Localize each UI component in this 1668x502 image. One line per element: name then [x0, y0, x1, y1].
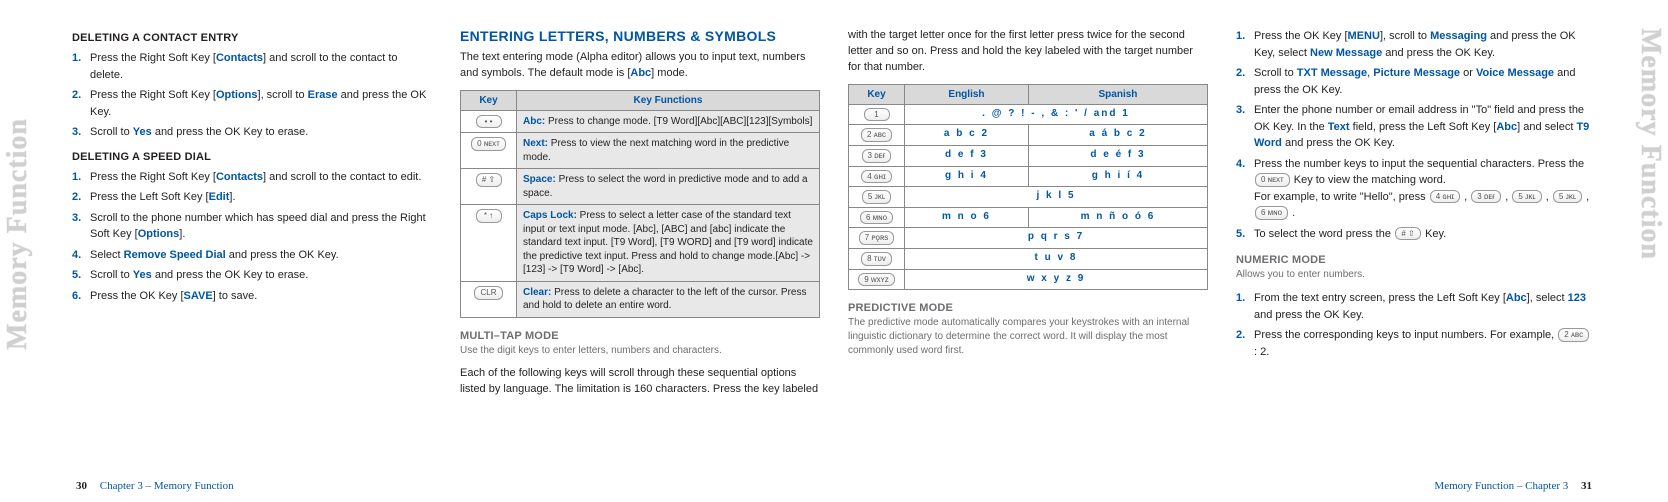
key-cell: 7 ᴘǫʀs	[849, 228, 905, 249]
list-item: Press the number keys to input the seque…	[1236, 156, 1596, 222]
spanish-cell: a á b c 2	[1028, 125, 1207, 146]
list-item: Press the Right Soft Key [Contacts] and …	[72, 50, 432, 83]
english-cell: m n o 6	[905, 207, 1029, 228]
th-english: English	[905, 84, 1029, 104]
list-item: Press the Right Soft Key [Contacts] and …	[72, 169, 432, 186]
key-cell: • •	[461, 110, 517, 133]
footer-left: 30 Chapter 3 – Memory Function	[76, 480, 234, 492]
heading-predictive: PREDICTIVE MODE	[848, 302, 1208, 314]
list-item: Scroll to Yes and press the OK Key to er…	[72, 124, 432, 141]
english-cell: g h i 4	[905, 166, 1029, 187]
intro-text: The text entering mode (Alpha editor) al…	[460, 50, 820, 82]
list-item: Select Remove Speed Dial and press the O…	[72, 247, 432, 264]
th-key: Key	[461, 90, 517, 110]
multitap-continued: with the target letter once for the firs…	[848, 28, 1208, 76]
list-item: Scroll to Yes and press the OK Key to er…	[72, 267, 432, 284]
column-1: DELETING A CONTACT ENTRY Press the Right…	[72, 28, 432, 494]
multitap-sub: Use the digit keys to enter letters, num…	[460, 344, 820, 358]
page-spread: Memory Function DELETING A CONTACT ENTRY…	[0, 0, 1668, 502]
heading-delete-speed-dial: DELETING A SPEED DIAL	[72, 151, 432, 163]
multitap-para: Each of the following keys will scroll t…	[460, 366, 820, 398]
list-item: Enter the phone number or email address …	[1236, 102, 1596, 152]
column-2: ENTERING LETTERS, NUMBERS & SYMBOLS The …	[460, 28, 820, 494]
page-num-left: 30	[76, 480, 87, 492]
list-item: Press the Right Soft Key [Options], scro…	[72, 87, 432, 120]
english-cell: d e f 3	[905, 146, 1029, 167]
right-margin-tab: Memory Function	[1632, 20, 1668, 268]
list-item: Press the OK Key [MENU], scroll to Messa…	[1236, 28, 1596, 61]
table-row: CLRClear: Press to delete a character to…	[461, 281, 820, 317]
list-item: Press the Left Soft Key [Edit].	[72, 189, 432, 206]
table-row: 4 ɢʜɪg h i 4g h i í 4	[849, 166, 1208, 187]
heading-delete-contact: DELETING A CONTACT ENTRY	[72, 32, 432, 44]
merged-cell: j k l 5	[905, 187, 1208, 208]
table-row: 0 ɴᴇxᴛNext: Press to view the next match…	[461, 133, 820, 169]
key-cell: 3 ᴅᴇғ	[849, 146, 905, 167]
func-cell: Abc: Press to change mode. [T9 Word][Abc…	[517, 110, 820, 133]
column-3: with the target letter once for the firs…	[848, 28, 1208, 494]
chapter-label-right: Memory Function – Chapter 3	[1434, 480, 1568, 492]
spanish-cell: g h i í 4	[1028, 166, 1207, 187]
list-item: From the text entry screen, press the Le…	[1236, 290, 1596, 323]
predictive-sub: The predictive mode automatically compar…	[848, 316, 1208, 358]
key-cell: 6 ᴍɴᴏ	[849, 207, 905, 228]
th-func: Key Functions	[517, 90, 820, 110]
table-row: 2 ᴀʙᴄa b c 2a á b c 2	[849, 125, 1208, 146]
spanish-cell: m n ñ o ó 6	[1028, 207, 1207, 228]
page-num-right: 31	[1581, 480, 1592, 492]
list-item: Press the OK Key [SAVE] to save.	[72, 288, 432, 305]
key-cell: 9 ᴡxʏᴢ	[849, 269, 905, 290]
table-row: 3 ᴅᴇғd e f 3d e é f 3	[849, 146, 1208, 167]
list-item: Scroll to TXT Message, Picture Message o…	[1236, 65, 1596, 98]
column-4: Press the OK Key [MENU], scroll to Messa…	[1236, 28, 1596, 494]
th-key2: Key	[849, 84, 905, 104]
footer-right: Memory Function – Chapter 3 31	[1434, 480, 1592, 492]
list-item: Press the corresponding keys to input nu…	[1236, 327, 1596, 360]
merged-cell: w x y z 9	[905, 269, 1208, 290]
func-cell: Caps Lock: Press to select a letter case…	[517, 205, 820, 282]
key-cell: * ↑	[461, 205, 517, 282]
key-functions-table: KeyKey Functions • •Abc: Press to change…	[460, 90, 820, 318]
english-cell: a b c 2	[905, 125, 1029, 146]
merged-cell: p q r s 7	[905, 228, 1208, 249]
spanish-cell: d e é f 3	[1028, 146, 1207, 167]
table-row: # ⇧Space: Press to select the word in pr…	[461, 169, 820, 205]
key-cell: CLR	[461, 281, 517, 317]
content-columns: DELETING A CONTACT ENTRY Press the Right…	[36, 0, 1632, 502]
list-item: Scroll to the phone number which has spe…	[72, 210, 432, 243]
th-spanish: Spanish	[1028, 84, 1207, 104]
table-row: 7 ᴘǫʀsp q r s 7	[849, 228, 1208, 249]
merged-cell: t u v 8	[905, 248, 1208, 269]
chapter-label-left: Chapter 3 – Memory Function	[100, 480, 234, 492]
key-cell: 1	[849, 104, 905, 125]
key-cell: 4 ɢʜɪ	[849, 166, 905, 187]
key-cell: 5 ᴊᴋʟ	[849, 187, 905, 208]
key-cell: 0 ɴᴇxᴛ	[461, 133, 517, 169]
table-row: 8 ᴛᴜᴠt u v 8	[849, 248, 1208, 269]
language-key-table: Key English Spanish 1. @ ? ! - , & : ' /…	[848, 84, 1208, 290]
table-row: • •Abc: Press to change mode. [T9 Word][…	[461, 110, 820, 133]
key-cell: 8 ᴛᴜᴠ	[849, 248, 905, 269]
func-cell: Clear: Press to delete a character to th…	[517, 281, 820, 317]
list-predictive-steps: Press the OK Key [MENU], scroll to Messa…	[1236, 28, 1596, 242]
table-row: 9 ᴡxʏᴢw x y z 9	[849, 269, 1208, 290]
key-cell: # ⇧	[461, 169, 517, 205]
table-row: 1. @ ? ! - , & : ' / and 1	[849, 104, 1208, 125]
table-row: 6 ᴍɴᴏm n o 6m n ñ o ó 6	[849, 207, 1208, 228]
list-numeric-steps: From the text entry screen, press the Le…	[1236, 290, 1596, 360]
heading-entering: ENTERING LETTERS, NUMBERS & SYMBOLS	[460, 28, 820, 44]
numeric-sub: Allows you to enter numbers.	[1236, 268, 1596, 282]
heading-numeric: NUMERIC MODE	[1236, 254, 1596, 266]
func-cell: Next: Press to view the next matching wo…	[517, 133, 820, 169]
table-row: 5 ᴊᴋʟj k l 5	[849, 187, 1208, 208]
list-delete-speed-dial: Press the Right Soft Key [Contacts] and …	[72, 169, 432, 305]
table-row: * ↑Caps Lock: Press to select a letter c…	[461, 205, 820, 282]
list-delete-contact: Press the Right Soft Key [Contacts] and …	[72, 50, 432, 141]
list-item: To select the word press the # ⇧ Key.	[1236, 226, 1596, 243]
heading-multitap: MULTI–TAP MODE	[460, 330, 820, 342]
left-margin-tab: Memory Function	[0, 110, 36, 358]
merged-cell: . @ ? ! - , & : ' / and 1	[905, 104, 1208, 125]
key-cell: 2 ᴀʙᴄ	[849, 125, 905, 146]
func-cell: Space: Press to select the word in predi…	[517, 169, 820, 205]
